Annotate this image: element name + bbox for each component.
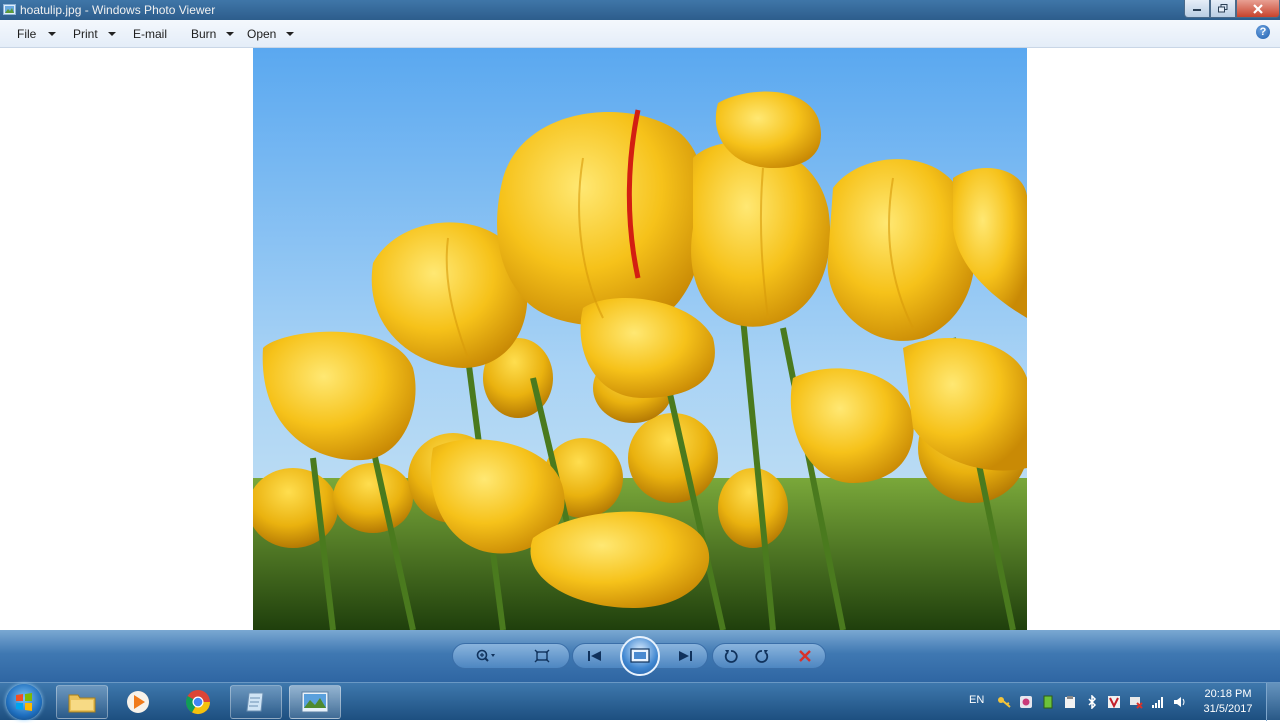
show-desktop-button[interactable] xyxy=(1266,683,1280,721)
taskbar-photo-viewer[interactable] xyxy=(289,685,341,719)
zoom-icon xyxy=(476,649,495,662)
next-icon xyxy=(679,651,692,661)
delete-icon xyxy=(799,650,811,662)
menu-file-label: File xyxy=(17,27,37,41)
clock-time: 20:18 PM xyxy=(1204,688,1252,700)
menu-open[interactable]: Open xyxy=(247,27,295,41)
photo-viewer-icon xyxy=(301,691,329,713)
system-clock[interactable]: 20:18 PM 31/5/2017 xyxy=(1198,687,1258,717)
fit-window-button[interactable] xyxy=(531,645,553,667)
signal-icon[interactable] xyxy=(1151,695,1165,709)
chevron-down-icon xyxy=(107,32,116,36)
key-icon[interactable] xyxy=(997,695,1011,709)
taskbar: EN 20:18 PM 31/5/2017 xyxy=(0,682,1280,721)
taskbar-notepad[interactable] xyxy=(230,685,282,719)
menu-email[interactable]: E-mail xyxy=(133,27,167,41)
media-player-icon xyxy=(127,691,149,713)
rotate-right-button[interactable] xyxy=(751,645,773,667)
minimize-button[interactable] xyxy=(1184,0,1210,18)
bluetooth-icon[interactable] xyxy=(1085,695,1099,709)
zoom-button[interactable] xyxy=(476,645,498,667)
windows-logo-icon xyxy=(16,693,32,711)
windows-explorer-icon xyxy=(68,694,96,713)
menu-bar: File Print E-mail Burn Open ? xyxy=(0,20,1280,48)
rotate-counterclockwise-icon xyxy=(724,650,738,663)
photo-viewer-icon xyxy=(3,4,16,15)
notepad-icon xyxy=(246,692,264,712)
taskbar-explorer[interactable] xyxy=(56,685,108,719)
previous-button[interactable] xyxy=(584,645,606,667)
chevron-down-icon xyxy=(48,32,57,36)
previous-icon xyxy=(588,651,601,661)
language-indicator[interactable]: EN xyxy=(969,694,984,706)
system-tray: EN 20:18 PM 31/5/2017 xyxy=(960,683,1280,721)
slideshow-icon xyxy=(630,648,650,663)
chrome-icon xyxy=(185,690,210,715)
menu-email-label: E-mail xyxy=(133,27,168,41)
close-icon xyxy=(1253,3,1263,14)
shield-icon[interactable] xyxy=(1019,695,1033,709)
battery-icon[interactable] xyxy=(1041,695,1055,709)
slideshow-button[interactable] xyxy=(620,636,660,676)
volume-icon[interactable] xyxy=(1173,695,1187,709)
chevron-down-icon xyxy=(226,32,235,36)
rotate-left-button[interactable] xyxy=(720,645,742,667)
menu-print[interactable]: Print xyxy=(73,27,116,41)
image-viewer[interactable] xyxy=(0,48,1280,630)
menu-print-label: Print xyxy=(73,27,98,41)
chevron-down-icon xyxy=(286,32,295,36)
clipboard-icon[interactable] xyxy=(1063,695,1077,709)
next-button[interactable] xyxy=(674,645,696,667)
antivirus-icon[interactable] xyxy=(1107,695,1121,709)
rotate-clockwise-icon xyxy=(755,650,769,663)
minimize-icon xyxy=(1193,8,1201,11)
menu-burn-label: Burn xyxy=(191,27,217,41)
network-warning-icon[interactable] xyxy=(1129,695,1143,709)
menu-open-label: Open xyxy=(247,27,277,41)
help-icon[interactable]: ? xyxy=(1256,25,1270,39)
restore-icon xyxy=(1218,4,1228,13)
window-title: hoatulip.jpg - Windows Photo Viewer xyxy=(20,3,216,17)
taskbar-chrome[interactable] xyxy=(172,685,224,719)
restore-button[interactable] xyxy=(1210,0,1236,18)
fit-window-icon xyxy=(534,649,550,663)
photo-tulips xyxy=(253,48,1027,630)
start-button[interactable] xyxy=(6,684,42,720)
taskbar-media-player[interactable] xyxy=(112,685,164,719)
delete-button[interactable] xyxy=(794,645,816,667)
menu-file[interactable]: File xyxy=(17,27,57,41)
menu-burn[interactable]: Burn xyxy=(191,27,235,41)
title-bar[interactable]: hoatulip.jpg - Windows Photo Viewer xyxy=(0,0,1280,20)
clock-date: 31/5/2017 xyxy=(1203,703,1253,715)
close-button[interactable] xyxy=(1236,0,1280,18)
